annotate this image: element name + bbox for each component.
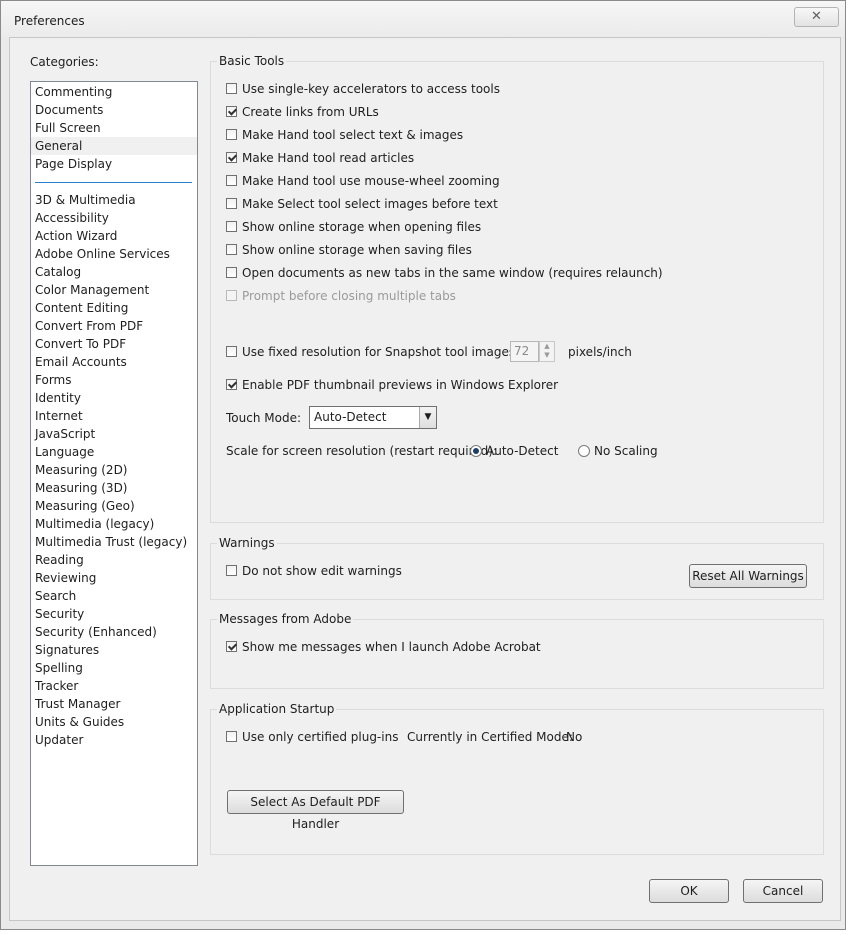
adobe-messages-checkbox[interactable] xyxy=(226,641,237,652)
option-label: Make Select tool select images before te… xyxy=(242,197,498,211)
category-item[interactable]: Catalog xyxy=(31,263,197,281)
category-item[interactable]: Reading xyxy=(31,551,197,569)
category-item[interactable]: Content Editing xyxy=(31,299,197,317)
scale-label: Scale for screen resolution (restart req… xyxy=(226,444,498,458)
window-title: Preferences xyxy=(14,14,85,28)
category-item[interactable]: Action Wizard xyxy=(31,227,197,245)
category-item[interactable]: Trust Manager xyxy=(31,695,197,713)
option-label: Make Hand tool use mouse-wheel zooming xyxy=(242,174,500,188)
touch-mode-select[interactable]: Auto-Detect ▼ xyxy=(309,406,437,429)
startup-title: Application Startup xyxy=(217,702,337,716)
categories-list[interactable]: Commenting Documents Full Screen General Pag… xyxy=(30,81,198,866)
category-item[interactable]: Commenting xyxy=(31,83,197,101)
scale-no-scaling-label: No Scaling xyxy=(594,444,658,458)
category-item[interactable]: JavaScript xyxy=(31,425,197,443)
option-label: Open documents as new tabs in the same w… xyxy=(242,266,663,280)
option-checkbox[interactable] xyxy=(226,83,237,94)
certified-plugins-label: Use only certified plug-ins xyxy=(242,730,399,744)
spin-up-icon[interactable]: ▲ xyxy=(540,342,554,351)
certified-mode-value: No xyxy=(566,730,583,744)
category-item[interactable]: Measuring (Geo) xyxy=(31,497,197,515)
category-item[interactable]: 3D & Multimedia xyxy=(31,191,197,209)
category-item[interactable]: Email Accounts xyxy=(31,353,197,371)
category-item[interactable]: Signatures xyxy=(31,641,197,659)
snapshot-resolution-input[interactable]: 72 xyxy=(510,341,539,362)
thumbnail-preview-checkbox[interactable] xyxy=(226,379,237,390)
category-item[interactable]: Security (Enhanced) xyxy=(31,623,197,641)
option-label: Create links from URLs xyxy=(242,105,379,119)
pixels-per-inch-label: pixels/inch xyxy=(568,345,632,359)
categories-separator xyxy=(35,182,192,183)
warnings-title: Warnings xyxy=(217,536,277,550)
category-item[interactable]: Adobe Online Services xyxy=(31,245,197,263)
edit-warnings-checkbox[interactable] xyxy=(226,565,237,576)
preferences-dialog: Preferences ✕ Categories: Commenting Docu… xyxy=(0,0,846,930)
thumbnail-preview-label: Enable PDF thumbnail previews in Windows… xyxy=(242,378,559,392)
category-item[interactable]: Convert From PDF xyxy=(31,317,197,335)
category-item[interactable]: Multimedia Trust (legacy) xyxy=(31,533,197,551)
reset-all-warnings-button[interactable]: Reset All Warnings xyxy=(689,564,807,588)
category-item[interactable]: Units & Guides xyxy=(31,713,197,731)
option-label: Use single-key accelerators to access to… xyxy=(242,82,500,96)
option-checkbox[interactable] xyxy=(226,129,237,140)
adobe-messages-label: Show me messages when I launch Adobe Acr… xyxy=(242,640,541,654)
option-label: Show online storage when opening files xyxy=(242,220,482,234)
category-item[interactable]: Multimedia (legacy) xyxy=(31,515,197,533)
close-button[interactable]: ✕ xyxy=(794,7,839,27)
close-icon: ✕ xyxy=(811,9,822,24)
messages-title: Messages from Adobe xyxy=(217,612,354,626)
option-checkbox xyxy=(226,290,237,301)
option-checkbox[interactable] xyxy=(226,175,237,186)
category-item[interactable]: Search xyxy=(31,587,197,605)
category-item[interactable]: Reviewing xyxy=(31,569,197,587)
category-item[interactable]: Full Screen xyxy=(31,119,197,137)
option-checkbox[interactable] xyxy=(226,267,237,278)
option-checkbox[interactable] xyxy=(226,221,237,232)
chevron-down-icon[interactable]: ▼ xyxy=(419,407,436,428)
category-item[interactable]: Page Display xyxy=(31,155,197,173)
category-item[interactable]: Measuring (2D) xyxy=(31,461,197,479)
category-item[interactable]: Convert To PDF xyxy=(31,335,197,353)
category-item[interactable]: Documents xyxy=(31,101,197,119)
option-label: Show online storage when saving files xyxy=(242,243,472,257)
category-item[interactable]: General xyxy=(31,137,197,155)
category-item[interactable]: Forms xyxy=(31,371,197,389)
snapshot-resolution-checkbox[interactable] xyxy=(226,346,237,357)
spin-down-icon[interactable]: ▼ xyxy=(540,351,554,360)
default-pdf-handler-button[interactable]: Select As Default PDF Handler xyxy=(227,790,404,831)
option-label: Make Hand tool read articles xyxy=(242,151,415,165)
category-item[interactable]: Spelling xyxy=(31,659,197,677)
scale-auto-detect-label: Auto-Detect xyxy=(486,444,559,458)
touch-mode-value: Auto-Detect xyxy=(314,410,387,424)
scale-no-scaling-radio[interactable] xyxy=(578,445,590,457)
category-item[interactable]: Color Management xyxy=(31,281,197,299)
title-bar: Preferences ✕ xyxy=(1,1,845,37)
category-item[interactable]: Updater xyxy=(31,731,197,749)
ok-button[interactable]: OK xyxy=(649,879,729,903)
category-item[interactable]: Accessibility xyxy=(31,209,197,227)
category-item[interactable]: Language xyxy=(31,443,197,461)
category-item[interactable]: Internet xyxy=(31,407,197,425)
snapshot-resolution-spinner[interactable]: ▲ ▼ xyxy=(539,341,555,362)
basic-tools-title: Basic Tools xyxy=(217,54,287,68)
snapshot-resolution-label: Use fixed resolution for Snapshot tool i… xyxy=(242,345,520,359)
edit-warnings-label: Do not show edit warnings xyxy=(242,564,402,578)
option-checkbox[interactable] xyxy=(226,244,237,255)
option-checkbox[interactable] xyxy=(226,198,237,209)
category-item[interactable]: Identity xyxy=(31,389,197,407)
category-item[interactable]: Tracker xyxy=(31,677,197,695)
option-checkbox[interactable] xyxy=(226,106,237,117)
scale-auto-detect-radio[interactable] xyxy=(470,445,482,457)
option-label: Prompt before closing multiple tabs xyxy=(242,289,456,303)
certified-plugins-checkbox[interactable] xyxy=(226,731,237,742)
touch-mode-label: Touch Mode: xyxy=(226,411,301,425)
cancel-button[interactable]: Cancel xyxy=(743,879,823,903)
certified-mode-label: Currently in Certified Mode: xyxy=(407,730,573,744)
categories-label: Categories: xyxy=(30,55,99,69)
option-checkbox[interactable] xyxy=(226,152,237,163)
option-label: Make Hand tool select text & images xyxy=(242,128,464,142)
category-item[interactable]: Measuring (3D) xyxy=(31,479,197,497)
category-item[interactable]: Security xyxy=(31,605,197,623)
